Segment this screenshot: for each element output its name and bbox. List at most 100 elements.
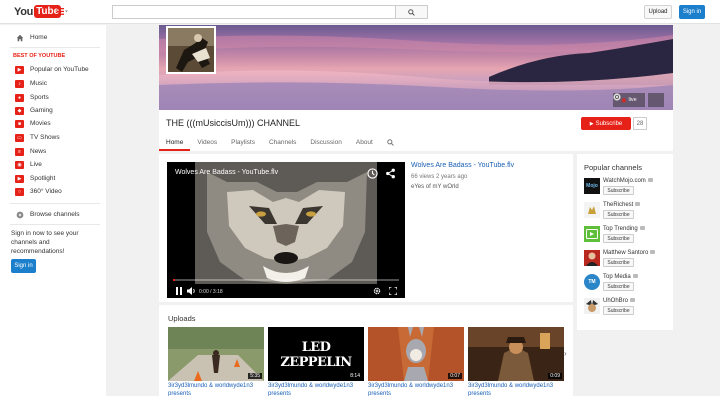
guide-item-news[interactable]: ≡ News bbox=[0, 145, 106, 158]
channel-name[interactable]: WatchMojo.com bbox=[603, 178, 653, 184]
tab-playlists[interactable]: Playlists bbox=[224, 135, 262, 151]
sports-icon: ● bbox=[15, 93, 24, 102]
subscribe-button[interactable]: Subscribe bbox=[603, 258, 634, 267]
guide-item-music[interactable]: ♪ Music bbox=[0, 77, 106, 90]
channel-avatar[interactable]: Mojo bbox=[584, 178, 600, 194]
sign-in-button[interactable]: Sign in bbox=[679, 5, 705, 19]
upload-title[interactable]: 3ir3yd3lmundo & worldwyde1n3 presents bbox=[268, 383, 364, 396]
subscribe-button[interactable]: Subscribe bbox=[603, 210, 634, 219]
guide-item-label: Browse channels bbox=[30, 211, 80, 218]
video-player[interactable]: Wolves Are Badass - YouTube.flv 0:00 / 3… bbox=[167, 162, 405, 298]
guide-item-spotlight[interactable]: ▶ Spotlight bbox=[0, 172, 106, 185]
upload-title[interactable]: 3ir3yd3lmundo & worldwyde1n3 presents bbox=[168, 383, 264, 396]
guide-item-360[interactable]: ○ 360° Video bbox=[0, 185, 106, 198]
channel-name[interactable]: UhOhBro bbox=[603, 298, 636, 304]
channel-title: THE (((mUsiccisUm))) CHANNEL bbox=[166, 118, 300, 128]
guide-sign-in-button[interactable]: Sign in bbox=[11, 259, 36, 273]
progress-bar[interactable] bbox=[173, 279, 399, 281]
tab-search[interactable] bbox=[380, 135, 401, 151]
guide-item-home[interactable]: Home bbox=[0, 31, 106, 44]
guide-item-live[interactable]: ◉ Live bbox=[0, 158, 106, 171]
channel-avatar[interactable] bbox=[584, 298, 600, 314]
popular-channels-title: Popular channels bbox=[584, 163, 642, 172]
guide-item-browse-channels[interactable]: Browse channels bbox=[0, 208, 106, 221]
upload-thumbnail[interactable]: 5:35 bbox=[168, 327, 264, 381]
subscribe-button[interactable]: Subscribe bbox=[603, 306, 634, 315]
channel-name[interactable]: TheRichest bbox=[603, 202, 641, 208]
channel-avatar[interactable]: TM bbox=[584, 274, 600, 290]
search-icon bbox=[408, 8, 415, 16]
guide-divider bbox=[10, 203, 100, 204]
guide-item-label: Live bbox=[30, 161, 42, 168]
guide-item-label: Music bbox=[30, 80, 47, 87]
upload-title[interactable]: 3ir3yd3lmundo & worldwyde1n3 presents bbox=[468, 383, 564, 396]
search-input[interactable] bbox=[112, 5, 396, 19]
upload-thumbnail[interactable]: LED ZEPPELIN 8:14 bbox=[268, 327, 364, 381]
upload-thumbnail[interactable]: 0:07 bbox=[368, 327, 464, 381]
subscribe-button[interactable]: Subscribe bbox=[603, 234, 634, 243]
chevron-right-icon[interactable]: › bbox=[564, 349, 567, 358]
tab-discussion[interactable]: Discussion bbox=[303, 135, 348, 151]
subscriber-count: 28 bbox=[633, 117, 647, 130]
channel-item: Top Trending Subscribe bbox=[584, 226, 669, 248]
channel-item: UhOhBro Subscribe bbox=[584, 298, 669, 320]
featured-video-title[interactable]: Wolves Are Badass - YouTube.flv bbox=[411, 162, 514, 169]
360-icon: ○ bbox=[15, 187, 24, 196]
search-button[interactable] bbox=[396, 5, 428, 19]
verified-icon bbox=[632, 274, 638, 279]
player-time: 0:00 / 3:18 bbox=[199, 289, 223, 295]
fullscreen-icon[interactable] bbox=[389, 287, 397, 295]
guide-item-gaming[interactable]: ◆ Gaming bbox=[0, 104, 106, 117]
volume-icon[interactable] bbox=[187, 287, 196, 295]
pause-icon[interactable] bbox=[175, 287, 183, 295]
guide-item-sports[interactable]: ● Sports bbox=[0, 91, 106, 104]
channel-avatar[interactable] bbox=[584, 202, 600, 218]
uploads-title[interactable]: Uploads bbox=[168, 314, 196, 323]
verified-icon bbox=[639, 226, 645, 231]
channel-avatar[interactable] bbox=[166, 26, 216, 74]
verified-icon bbox=[647, 178, 653, 183]
upload-thumbnail[interactable]: 0:09 bbox=[468, 327, 564, 381]
subscribe-button[interactable]: ▶ Subscribe bbox=[581, 117, 631, 130]
channel-item: TM Top Media Subscribe bbox=[584, 274, 669, 296]
verified-icon bbox=[650, 250, 656, 255]
guide-divider bbox=[10, 47, 100, 48]
tab-home[interactable]: Home bbox=[159, 135, 191, 151]
subscribe-button[interactable]: Subscribe bbox=[603, 282, 634, 291]
featured-video-section: Wolves Are Badass - YouTube.flv 0:00 / 3… bbox=[159, 154, 573, 302]
channel-name[interactable]: Top Media bbox=[603, 274, 638, 280]
spotlight-icon: ▶ bbox=[15, 174, 24, 183]
guide-menu-icon[interactable] bbox=[57, 7, 68, 17]
watch-later-icon[interactable] bbox=[367, 168, 378, 179]
channel-tabs: Home Videos Playlists Channels Discussio… bbox=[159, 135, 401, 151]
thumbnail-text: LED ZEPPELIN bbox=[280, 340, 352, 370]
tab-channels[interactable]: Channels bbox=[262, 135, 303, 151]
guide-section-title: BEST OF YOUTUBE bbox=[13, 53, 66, 59]
settings-icon[interactable] bbox=[373, 287, 381, 295]
channel-name[interactable]: Matthew Santoro bbox=[603, 250, 656, 256]
upload-button[interactable]: Upload bbox=[644, 5, 672, 19]
channel-avatar[interactable] bbox=[584, 250, 600, 266]
youtube-logo[interactable]: You Tube bbox=[14, 4, 62, 19]
guide-item-label: TV Shows bbox=[30, 134, 60, 141]
guide-item-popular[interactable]: ▶ Popular on YouTube bbox=[0, 63, 106, 76]
guide-item-tv[interactable]: ▭ TV Shows bbox=[0, 131, 106, 144]
tab-videos[interactable]: Videos bbox=[190, 135, 224, 151]
banner-link-label: live bbox=[628, 97, 637, 103]
channel-item: TheRichest Subscribe bbox=[584, 202, 669, 224]
channel-avatar[interactable] bbox=[584, 226, 600, 242]
guide-item-movies[interactable]: ■ Movies bbox=[0, 117, 106, 130]
guide-item-label: Gaming bbox=[30, 107, 53, 114]
movies-icon: ■ bbox=[15, 119, 24, 128]
tab-about[interactable]: About bbox=[349, 135, 380, 151]
google-plus-icon bbox=[613, 93, 621, 101]
search-icon bbox=[387, 138, 394, 146]
share-icon[interactable] bbox=[385, 168, 396, 179]
channel-item: Mojo WatchMojo.com Subscribe bbox=[584, 178, 669, 200]
subscribe-button[interactable]: Subscribe bbox=[603, 186, 634, 195]
banner-link-2[interactable] bbox=[613, 93, 664, 107]
verified-icon bbox=[630, 298, 636, 303]
upload-title[interactable]: 3ir3yd3lmundo & worldwyde1n3 presents bbox=[368, 383, 464, 396]
guide-item-label: 360° Video bbox=[30, 188, 62, 195]
channel-name[interactable]: Top Trending bbox=[603, 226, 645, 232]
